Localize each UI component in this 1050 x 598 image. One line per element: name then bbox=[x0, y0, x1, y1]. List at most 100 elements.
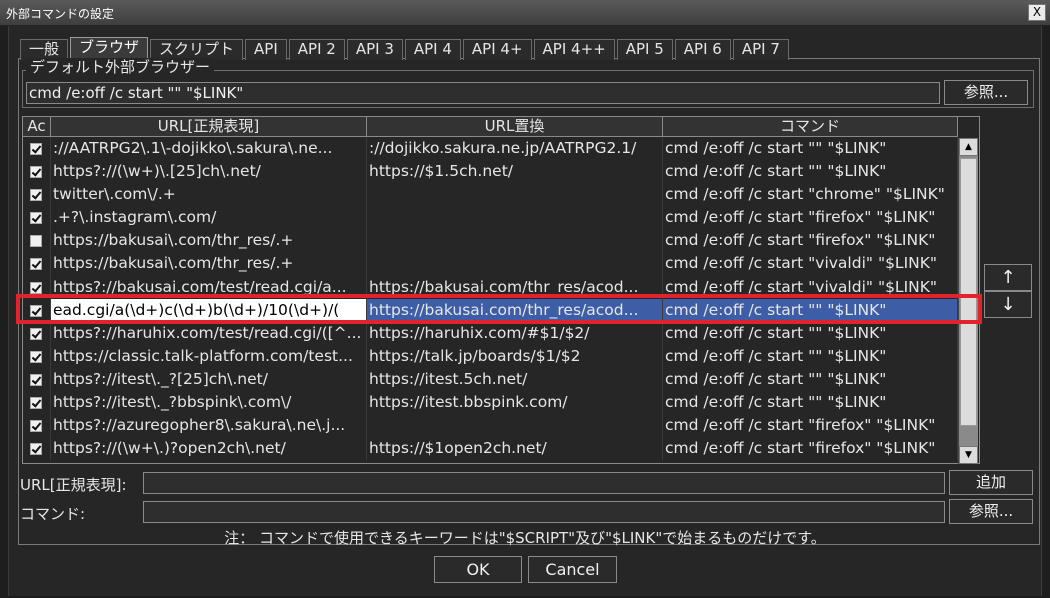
command-cell: cmd /e:off /c start "firefox" "$LINK" bbox=[663, 206, 958, 230]
table-row[interactable]: .+?\.instagram\.com/cmd /e:off /c start … bbox=[23, 206, 958, 230]
url-cell: .+?\.instagram\.com/ bbox=[51, 206, 367, 230]
table-row[interactable]: https://bakusai\.com/thr_res/.+ cmd /e:of… bbox=[23, 252, 958, 276]
table-row[interactable]: twitter\.com\/.+ cmd /e:off /c start "chr… bbox=[23, 183, 958, 207]
command-input[interactable] bbox=[143, 501, 945, 523]
table-row[interactable]: ://AATRPG2\.1\-dojikko\.sakura\.ne...://… bbox=[23, 137, 958, 161]
table-row[interactable]: https?://(\w+\.)?open2ch\.net/https://$1… bbox=[23, 437, 958, 461]
ac-cell bbox=[23, 367, 51, 392]
table-scrollbar[interactable]: ▲ ▼ bbox=[958, 138, 978, 464]
url-cell: https?://(\w+\.)?open2ch\.net/ bbox=[51, 437, 367, 461]
tab-api-4plusplus[interactable]: API 4++ bbox=[533, 39, 615, 60]
ac-cell bbox=[23, 206, 51, 230]
command-cell: cmd /e:off /c start "" "$LINK" bbox=[663, 137, 958, 161]
active-checkbox[interactable] bbox=[30, 304, 42, 317]
active-checkbox[interactable] bbox=[30, 189, 42, 202]
active-checkbox[interactable] bbox=[30, 258, 42, 271]
active-checkbox[interactable] bbox=[30, 212, 42, 225]
ac-cell bbox=[23, 252, 51, 276]
move-up-button[interactable]: ↑ bbox=[984, 264, 1032, 291]
tab-api-4[interactable]: API 4 bbox=[404, 39, 461, 60]
replace-cell: https://$1open2ch.net/ bbox=[367, 437, 663, 461]
command-cell: cmd /e:off /c start "chrome" "$LINK" bbox=[663, 183, 958, 207]
table-row[interactable]: https?://itest\._?[25]ch\.net/https://it… bbox=[23, 367, 958, 392]
url-cell: https://classic.talk-platform.com/test..… bbox=[51, 344, 367, 368]
active-checkbox[interactable] bbox=[30, 443, 42, 456]
ac-cell bbox=[23, 414, 51, 438]
url-cell: https?://itest\._?[25]ch\.net/ bbox=[51, 367, 367, 392]
url-cell: twitter\.com\/.+ bbox=[51, 183, 367, 207]
close-button[interactable]: X bbox=[1028, 4, 1046, 21]
move-down-button[interactable]: ↓ bbox=[984, 291, 1032, 318]
scroll-down-arrow-icon[interactable]: ▼ bbox=[959, 446, 978, 464]
replace-cell: ://dojikko.sakura.ne.jp/AATRPG2.1/ bbox=[367, 137, 663, 161]
header-command[interactable]: コマンド bbox=[663, 117, 958, 137]
table-row[interactable]: https?://azuregopher8\.sakura\.ne\.j... c… bbox=[23, 414, 958, 438]
command-cell: cmd /e:off /c start "vivaldi" "$LINK" bbox=[663, 252, 958, 276]
replace-cell: https://bakusai.com/thr_res/acod... bbox=[367, 275, 663, 299]
command-cell: cmd /e:off /c start "" "$LINK" bbox=[663, 298, 958, 322]
default-browser-command-input[interactable]: cmd /e:off /c start "" "$LINK" bbox=[26, 82, 940, 104]
table-row[interactable]: https://classic.talk-platform.com/test..… bbox=[23, 344, 958, 368]
tab-api-4plus[interactable]: API 4+ bbox=[462, 39, 532, 60]
ac-cell bbox=[23, 391, 51, 415]
active-checkbox[interactable] bbox=[30, 373, 42, 386]
ac-cell bbox=[23, 321, 51, 345]
browse-button[interactable]: 参照... bbox=[944, 80, 1028, 105]
ok-button[interactable]: OK bbox=[434, 556, 522, 583]
cancel-button[interactable]: Cancel bbox=[528, 556, 617, 583]
scroll-thumb[interactable] bbox=[960, 158, 977, 426]
table-row[interactable]: https?://(\w+)\.[25]ch\.net/https://$1.5… bbox=[23, 160, 958, 184]
command-cell: cmd /e:off /c start "" "$LINK" bbox=[663, 321, 958, 345]
ac-cell bbox=[23, 298, 51, 322]
table-row[interactable]: https://bakusai\.com/thr_res/.+ cmd /e:of… bbox=[23, 229, 958, 253]
tab-general[interactable]: 一般 bbox=[20, 39, 69, 60]
command-cell: cmd /e:off /c start "firefox" "$LINK" bbox=[663, 414, 958, 438]
active-checkbox[interactable] bbox=[30, 143, 42, 155]
command-browse-button[interactable]: 参照... bbox=[949, 499, 1033, 524]
replace-cell bbox=[367, 183, 663, 207]
command-label: コマンド: bbox=[20, 505, 86, 523]
tab-browser[interactable]: ブラウザ bbox=[70, 37, 149, 60]
replace-cell bbox=[367, 414, 663, 438]
scroll-up-arrow-icon[interactable]: ▲ bbox=[959, 138, 978, 156]
tab-strip: 一般 ブラウザ スクリプト API API 2 API 3 API 4 API … bbox=[20, 37, 791, 60]
url-regex-input[interactable] bbox=[143, 472, 945, 494]
replace-cell: https://haruhix.com/#$1/$2/ bbox=[367, 321, 663, 345]
url-cell: https?://azuregopher8\.sakura\.ne\.j... bbox=[51, 414, 367, 438]
replace-cell: https://bakusai.com/thr_res/acod... bbox=[367, 298, 663, 322]
table-row[interactable]: https?://itest\._?bbspink\.com\/https://… bbox=[23, 391, 958, 415]
tab-api-2[interactable]: API 2 bbox=[288, 39, 345, 60]
url-regex-label: URL[正規表現]: bbox=[20, 476, 127, 494]
active-checkbox[interactable] bbox=[30, 327, 42, 340]
command-cell: cmd /e:off /c start "firefox" "$LINK" bbox=[663, 229, 958, 253]
active-checkbox[interactable] bbox=[30, 420, 42, 433]
tab-api-5[interactable]: API 5 bbox=[616, 39, 673, 60]
header-replace[interactable]: URL置換 bbox=[367, 117, 663, 137]
table-rows: ://AATRPG2\.1\-dojikko\.sakura\.ne...://… bbox=[23, 137, 958, 461]
tab-api-3[interactable]: API 3 bbox=[346, 39, 403, 60]
active-checkbox[interactable] bbox=[30, 235, 42, 248]
command-cell: cmd /e:off /c start "vivaldi" "$LINK" bbox=[663, 275, 958, 299]
tab-script[interactable]: スクリプト bbox=[150, 39, 244, 60]
table-row[interactable]: https?://bakusai.com/test/read.cgi/a... h… bbox=[23, 275, 958, 299]
table-row[interactable]: https?://haruhix.com/test/read.cgi/([^..… bbox=[23, 321, 958, 345]
active-checkbox[interactable] bbox=[30, 350, 42, 363]
command-cell: cmd /e:off /c start "" "$LINK" bbox=[663, 367, 958, 392]
ac-cell bbox=[23, 137, 51, 161]
tab-api[interactable]: API bbox=[245, 39, 287, 60]
active-checkbox[interactable] bbox=[30, 397, 42, 410]
active-checkbox[interactable] bbox=[30, 281, 42, 294]
url-cell: ead.cgi/a(\d+)c(\d+)b(\d+)/10(\d+)/( bbox=[51, 298, 367, 322]
keyword-note: 注： コマンドで使用できるキーワードは"$SCRIPT"及び"$LINK"で始ま… bbox=[224, 529, 826, 547]
add-button[interactable]: 追加 bbox=[949, 470, 1033, 495]
url-cell: https?://itest\._?bbspink\.com\/ bbox=[51, 391, 367, 415]
active-checkbox[interactable] bbox=[30, 166, 42, 179]
url-command-table: Ac URL[正規表現] URL置換 コマンド ://AATRPG2\.1\-d… bbox=[22, 116, 980, 464]
table-row[interactable]: ead.cgi/a(\d+)c(\d+)b(\d+)/10(\d+)/(http… bbox=[23, 298, 958, 322]
tab-api-6[interactable]: API 6 bbox=[674, 39, 731, 60]
header-url[interactable]: URL[正規表現] bbox=[51, 117, 367, 137]
command-cell: cmd /e:off /c start "" "$LINK" bbox=[663, 391, 958, 415]
url-cell: https?://haruhix.com/test/read.cgi/([^..… bbox=[51, 321, 367, 345]
tab-api-7[interactable]: API 7 bbox=[732, 39, 789, 60]
header-ac[interactable]: Ac bbox=[23, 117, 51, 137]
